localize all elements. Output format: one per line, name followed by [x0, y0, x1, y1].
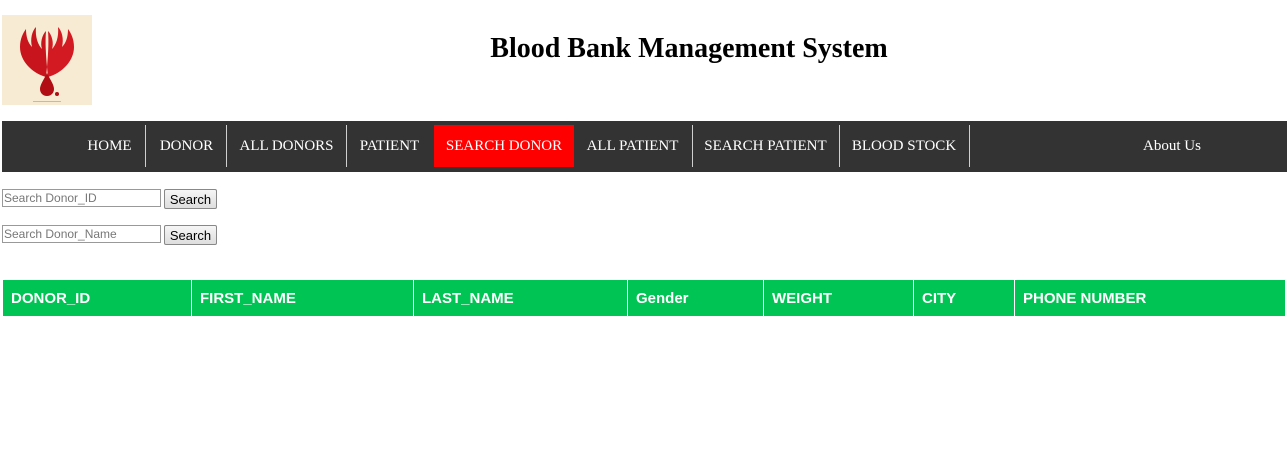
column-header-first-name: FIRST_NAME	[191, 279, 414, 317]
nav-search-donor[interactable]: SEARCH DONOR	[434, 125, 574, 167]
nav-all-donors[interactable]: ALL DONORS	[227, 125, 346, 167]
column-header-weight: WEIGHT	[763, 279, 914, 317]
nav-about-us[interactable]: About Us	[1122, 125, 1222, 167]
nav-patient[interactable]: PATIENT	[347, 125, 432, 167]
donor-name-search-input[interactable]	[2, 225, 161, 243]
nav-divider	[969, 125, 970, 167]
column-header-donor-id: DONOR_ID	[2, 279, 192, 317]
page-title: Blood Bank Management System	[490, 33, 888, 64]
column-header-city: CITY	[913, 279, 1015, 317]
column-header-phone-number: PHONE NUMBER	[1014, 279, 1286, 317]
column-header-last-name: LAST_NAME	[413, 279, 628, 317]
nav-all-patient[interactable]: ALL PATIENT	[574, 125, 691, 167]
search-by-name-button[interactable]: Search	[164, 225, 217, 245]
donor-id-search-input[interactable]	[2, 189, 161, 207]
search-by-id-button[interactable]: Search	[164, 189, 217, 209]
table-header-row: DONOR_ID FIRST_NAME LAST_NAME Gender WEI…	[2, 279, 1286, 317]
main-nav: HOME DONOR ALL DONORS PATIENT SEARCH DON…	[2, 121, 1287, 172]
nav-blood-stock[interactable]: BLOOD STOCK	[840, 125, 968, 167]
nav-home[interactable]: HOME	[78, 125, 141, 167]
donor-results-table: DONOR_ID FIRST_NAME LAST_NAME Gender WEI…	[2, 279, 1286, 317]
column-header-gender: Gender	[627, 279, 764, 317]
nav-search-patient[interactable]: SEARCH PATIENT	[693, 125, 838, 167]
nav-donor[interactable]: DONOR	[147, 125, 226, 167]
nav-divider	[145, 125, 146, 167]
